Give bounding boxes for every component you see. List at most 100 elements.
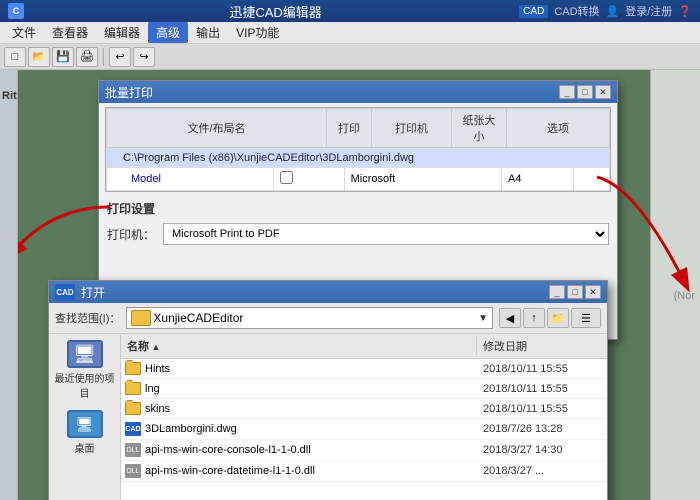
login-label[interactable]: 登录/注册 [625, 3, 672, 19]
file-name-lng: lng [121, 380, 477, 397]
sidebar-recent[interactable]: 🖥 最近使用的项目 [53, 340, 116, 400]
menu-vip[interactable]: VIP功能 [228, 22, 287, 43]
sidebar-desktop[interactable]: 🖥 桌面 [67, 410, 103, 455]
col-printer: 打印机 [372, 109, 452, 148]
help-icon: ❓ [678, 5, 692, 18]
cad-convert-icon: CAD [519, 5, 548, 18]
file-date-dll1: 2018/3/27 14:30 [477, 442, 607, 458]
toolbar-save[interactable]: 💾 [52, 47, 74, 67]
file-name-dll2: DLL api-ms-win-core-datetime-l1-1-0.dll [121, 462, 477, 480]
app-container: C 迅捷CAD编辑器 CAD CAD转换 👤 登录/注册 ❓ 文件 查看器 编辑… [0, 0, 700, 500]
nor-text: (Nor [674, 290, 695, 302]
menu-advanced[interactable]: 高级 [148, 22, 188, 43]
printer-select[interactable]: Microsoft Print to PDF [163, 223, 609, 245]
print-file-table-container: 文件/布局名 打印 打印机 纸张大小 选项 [105, 107, 611, 192]
file-row-hints[interactable]: Hints 2018/10/11 15:55 [121, 359, 607, 379]
file-list-area[interactable]: 名称 修改日期 Hints 2018/10/11 15:55 [121, 334, 607, 500]
open-dialog-maximize-btn[interactable]: □ [567, 285, 583, 299]
toolbar-undo[interactable]: ↩ [109, 47, 131, 67]
dll-icon-2: DLL [125, 464, 141, 478]
file-row-dll1[interactable]: DLL api-ms-win-core-console-l1-1-0.dll 2… [121, 440, 607, 461]
menu-editor[interactable]: 编辑器 [96, 22, 148, 43]
dialog-maximize-btn[interactable]: □ [577, 85, 593, 99]
paper-cell: A4 [502, 168, 574, 191]
address-dropdown-btn[interactable]: ▼ [478, 313, 488, 324]
folder-icon-skins [125, 402, 141, 415]
print-checkbox[interactable] [280, 171, 293, 184]
address-label: 查找范围(I)： [55, 310, 120, 326]
toolbar: □ 📂 💾 🖨 ↩ ↪ [0, 44, 700, 70]
file-date-dll2: 2018/3/27 ... [477, 463, 607, 479]
dll-icon-1: DLL [125, 443, 141, 457]
current-folder-text: XunjieCADEditor [153, 311, 478, 325]
print-file-path-row[interactable]: C:\Program Files (x86)\XunjieCADEditor\3… [107, 149, 610, 168]
open-dialog-title-text: 打开 [81, 284, 105, 301]
file-date-hints: 2018/10/11 15:55 [477, 361, 607, 377]
col-papersize: 纸张大小 [452, 109, 507, 148]
open-dialog-title-bar: CAD 打开 _ □ ✕ [49, 281, 607, 303]
toolbar-new[interactable]: □ [4, 47, 26, 67]
file-row-skins[interactable]: skins 2018/10/11 15:55 [121, 399, 607, 419]
print-model-row[interactable]: Model Microsoft A4 [107, 168, 610, 191]
nav-buttons: ◀ ↑ 📁 ☰ [499, 308, 601, 328]
file-name-text-hints: Hints [145, 363, 170, 375]
nav-new-folder-btn[interactable]: 📁 [547, 308, 569, 328]
file-date-skins: 2018/10/11 15:55 [477, 401, 607, 417]
desktop-icon: 🖥 [67, 410, 103, 438]
file-row-3dlamborgini[interactable]: CAD 3DLamborgini.dwg 2018/7/26 13:28 [121, 419, 607, 440]
dialog-close-btn[interactable]: ✕ [595, 85, 611, 99]
menu-file[interactable]: 文件 [4, 22, 44, 43]
file-date-lng: 2018/10/11 15:55 [477, 381, 607, 397]
address-input-area[interactable]: XunjieCADEditor ▼ [126, 307, 493, 329]
file-browser-sidebar: 🖥 最近使用的项目 🖥 桌面 [49, 334, 121, 500]
file-name-text-lng: lng [145, 383, 160, 395]
address-bar: 查找范围(I)： XunjieCADEditor ▼ ◀ ↑ 📁 ☰ [49, 303, 607, 334]
dialog-minimize-btn[interactable]: _ [559, 85, 575, 99]
file-row-lng[interactable]: lng 2018/10/11 15:55 [121, 379, 607, 399]
open-dialog-close-btn[interactable]: ✕ [585, 285, 601, 299]
title-right-area: CAD CAD转换 👤 登录/注册 ❓ [519, 3, 692, 19]
file-name-text-skins: skins [145, 403, 170, 415]
toolbar-open[interactable]: 📂 [28, 47, 50, 67]
file-name-text-dll2: api-ms-win-core-datetime-l1-1-0.dll [145, 465, 315, 477]
file-browser: 🖥 最近使用的项目 🖥 桌面 名称 修改日期 [49, 334, 607, 500]
toolbar-redo[interactable]: ↪ [133, 47, 155, 67]
menu-bar: 文件 查看器 编辑器 高级 输出 VIP功能 [0, 22, 700, 44]
toolbar-sep1 [103, 48, 104, 66]
cad-convert-label[interactable]: CAD转换 [554, 3, 599, 19]
file-name-text-3dlamborgini: 3DLamborgini.dwg [145, 423, 237, 435]
file-row-dll2[interactable]: DLL api-ms-win-core-datetime-l1-1-0.dll … [121, 461, 607, 482]
printer-label: 打印机： [107, 226, 155, 243]
open-dialog-window-controls: _ □ ✕ [549, 285, 601, 299]
toolbar-print[interactable]: 🖨 [76, 47, 98, 67]
open-dialog: CAD 打开 _ □ ✕ 查找范围(I)： XunjieCADEditor [48, 280, 608, 500]
nav-up-btn[interactable]: ↑ [523, 308, 545, 328]
app-title: 迅捷CAD编辑器 [32, 2, 519, 21]
printer-row: 打印机： Microsoft Print to PDF [99, 221, 617, 249]
file-date-3dlamborgini: 2018/7/26 13:28 [477, 421, 607, 437]
print-table-content: C:\Program Files (x86)\XunjieCADEditor\3… [106, 148, 610, 191]
col-print: 打印 [327, 109, 372, 148]
left-sidebar-strip: Rit [0, 70, 18, 500]
col-date-header[interactable]: 修改日期 [477, 336, 607, 356]
layout-name-cell: Model [107, 168, 274, 191]
file-name-text-dll1: api-ms-win-core-console-l1-1-0.dll [145, 444, 311, 456]
open-dialog-minimize-btn[interactable]: _ [549, 285, 565, 299]
title-bar: C 迅捷CAD编辑器 CAD CAD转换 👤 登录/注册 ❓ [0, 0, 700, 22]
main-area: Rit 批量打印 _ □ ✕ [0, 70, 700, 500]
dialog-window-controls: _ □ ✕ [559, 85, 611, 99]
file-list-header: 名称 修改日期 [121, 334, 607, 359]
menu-viewer[interactable]: 查看器 [44, 22, 96, 43]
nav-menu-btn[interactable]: ☰ [571, 308, 601, 328]
col-name-header[interactable]: 名称 [121, 336, 477, 356]
desktop-label: 桌面 [75, 440, 95, 455]
print-table-scroll[interactable]: C:\Program Files (x86)\XunjieCADEditor\3… [106, 148, 610, 191]
col-options: 选项 [507, 109, 610, 148]
nav-back-btn[interactable]: ◀ [499, 308, 521, 328]
file-path-cell: C:\Program Files (x86)\XunjieCADEditor\3… [107, 149, 610, 168]
file-name-hints: Hints [121, 360, 477, 377]
right-panel: (Nor [650, 70, 700, 500]
file-name-skins: skins [121, 400, 477, 417]
print-settings-label: 打印设置 [99, 196, 617, 221]
menu-output[interactable]: 输出 [188, 22, 228, 43]
